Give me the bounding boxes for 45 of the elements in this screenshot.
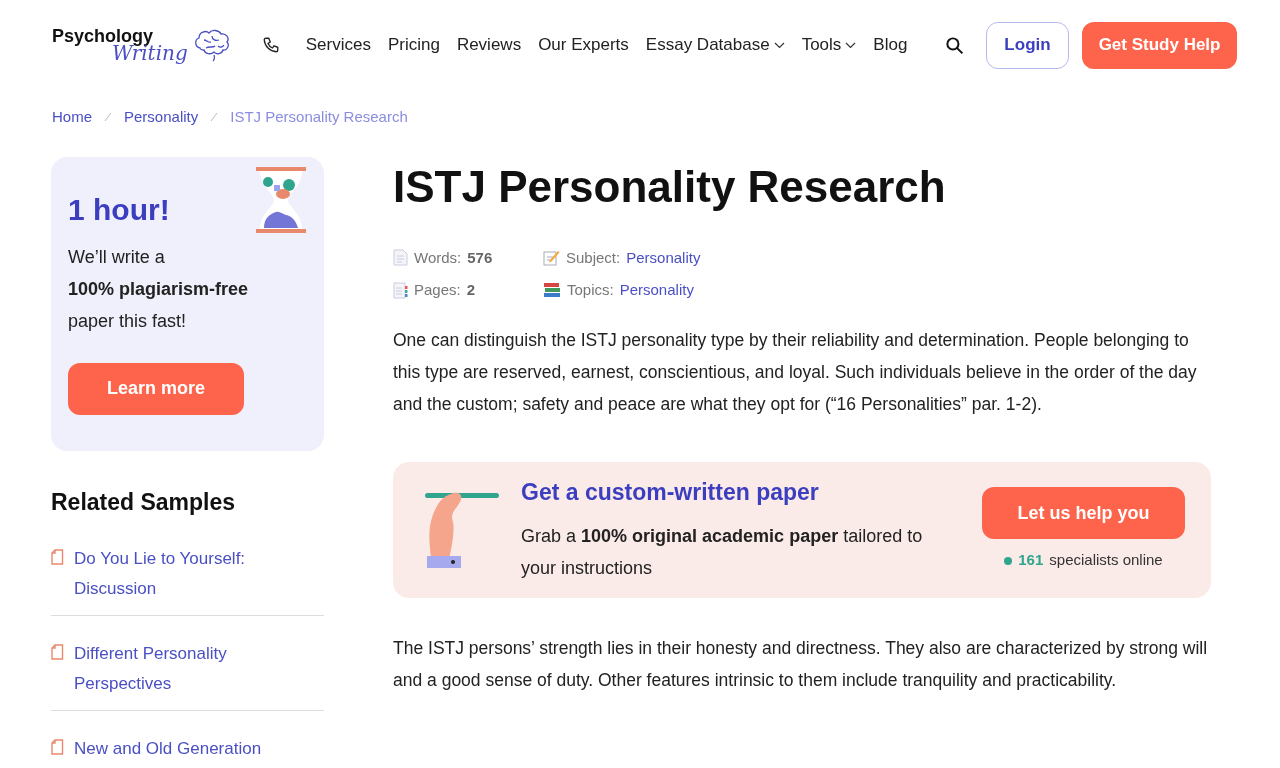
bookmark-tabs-icon: [393, 281, 408, 299]
related-sample-link[interactable]: Do You Lie to Yourself: Discussion: [74, 544, 274, 604]
breadcrumb-link[interactable]: Personality: [124, 106, 199, 129]
separator-icon: [103, 112, 113, 123]
site-logo[interactable]: Psychology Writing: [52, 27, 232, 63]
nav-menu[interactable]: Tools: [801, 32, 857, 58]
promo-text: We’ll write a 100% plagiarism-free paper this fast!: [68, 245, 250, 333]
promo-title: 1 hour!: [68, 191, 170, 228]
related-sample-link[interactable]: Different Personality Perspectives: [74, 639, 274, 699]
memo-pencil-icon: [543, 249, 560, 267]
meta-value: 2: [466, 280, 476, 300]
nav-link[interactable]: Our Experts: [538, 32, 629, 58]
meta-label: Pages:: [414, 280, 461, 300]
nav-link[interactable]: Blog: [873, 32, 908, 58]
banner-title: Get a custom-written paper: [521, 478, 820, 508]
related-samples-heading: Related Samples: [51, 487, 237, 517]
related-sample-link[interactable]: New and Old Generation: [74, 734, 274, 764]
article-paragraph: The ISTJ persons’ strength lies in their honesty and directness. They also are characterized by strong will and a good sense of duty. Other features intrinsic to them include tranquility and practicability.: [393, 636, 1209, 692]
hourglass-icon: [256, 166, 306, 233]
breadcrumb-link[interactable]: Home: [52, 106, 92, 129]
online-count: 161: [1018, 550, 1044, 571]
meta-label: Words:: [414, 247, 462, 268]
separator-icon: [209, 112, 220, 123]
nav-menu[interactable]: Essay Database: [645, 32, 785, 58]
nav-link[interactable]: Services: [305, 32, 371, 58]
article-paragraph: One can distinguish the ISTJ personality type by their reliability and determination. People belonging to this type are reserved, earnest, conscientious, and loyal. Such individuals believe in the order of the day and the custom; safety and peace are what they opt for (“16 Personalities” par. 1-2).: [393, 328, 1198, 416]
document-icon: [51, 739, 64, 755]
meta-label: Topics:: [567, 280, 614, 300]
phone-icon[interactable]: [261, 36, 280, 54]
logo-text: Psychology: [52, 27, 154, 45]
meta-label: Subject:: [566, 247, 621, 268]
nav-link[interactable]: Reviews: [456, 32, 522, 58]
banner-text: Grab a 100% original academic paper tailored to your instructions: [521, 524, 924, 580]
meta-value: 576: [467, 247, 493, 268]
login-button[interactable]: Login: [986, 21, 1069, 69]
meta-link[interactable]: Personality: [626, 246, 701, 269]
meta-link[interactable]: Personality: [619, 279, 694, 302]
nav-link[interactable]: Pricing: [387, 32, 440, 58]
online-label: specialists online: [1049, 550, 1163, 571]
document-icon: [51, 644, 64, 660]
search-icon[interactable]: [945, 35, 965, 55]
document-icon: [51, 549, 64, 565]
article-title: ISTJ Personality Research: [393, 164, 947, 209]
books-icon: [543, 282, 561, 299]
document-icon: [393, 249, 408, 267]
